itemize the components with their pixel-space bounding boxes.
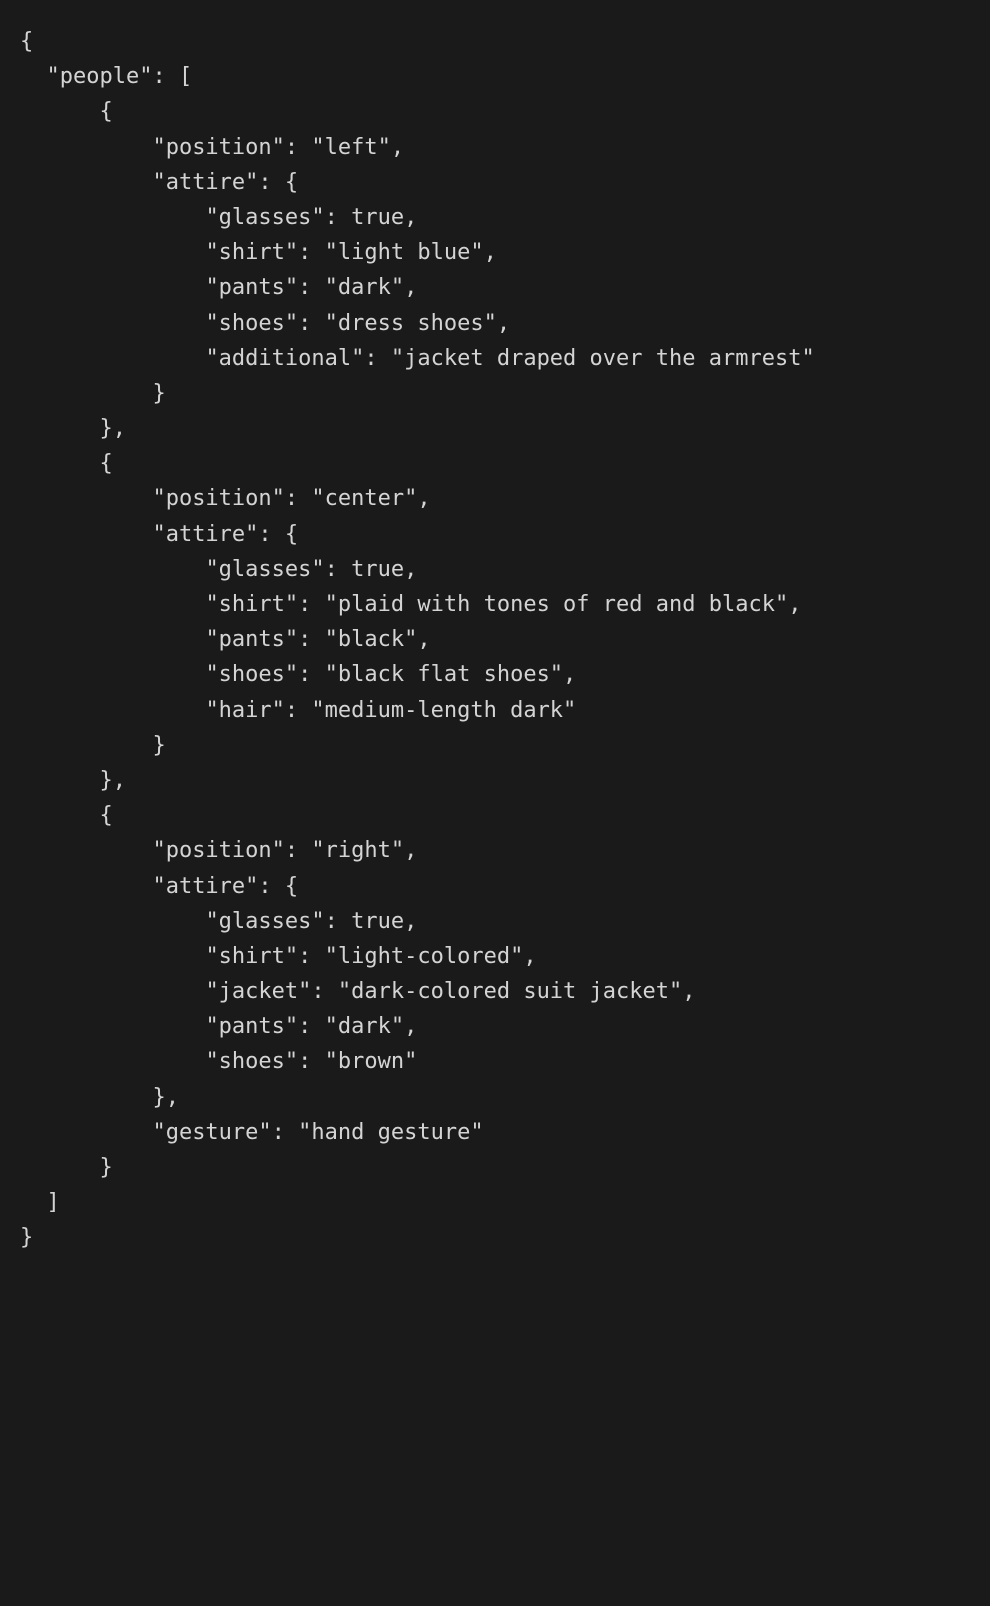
json-code-block: { "people": [ { "position": "left", "att… (20, 24, 970, 1256)
json-line: { "people": [ { "position": "left", "att… (20, 29, 815, 1250)
